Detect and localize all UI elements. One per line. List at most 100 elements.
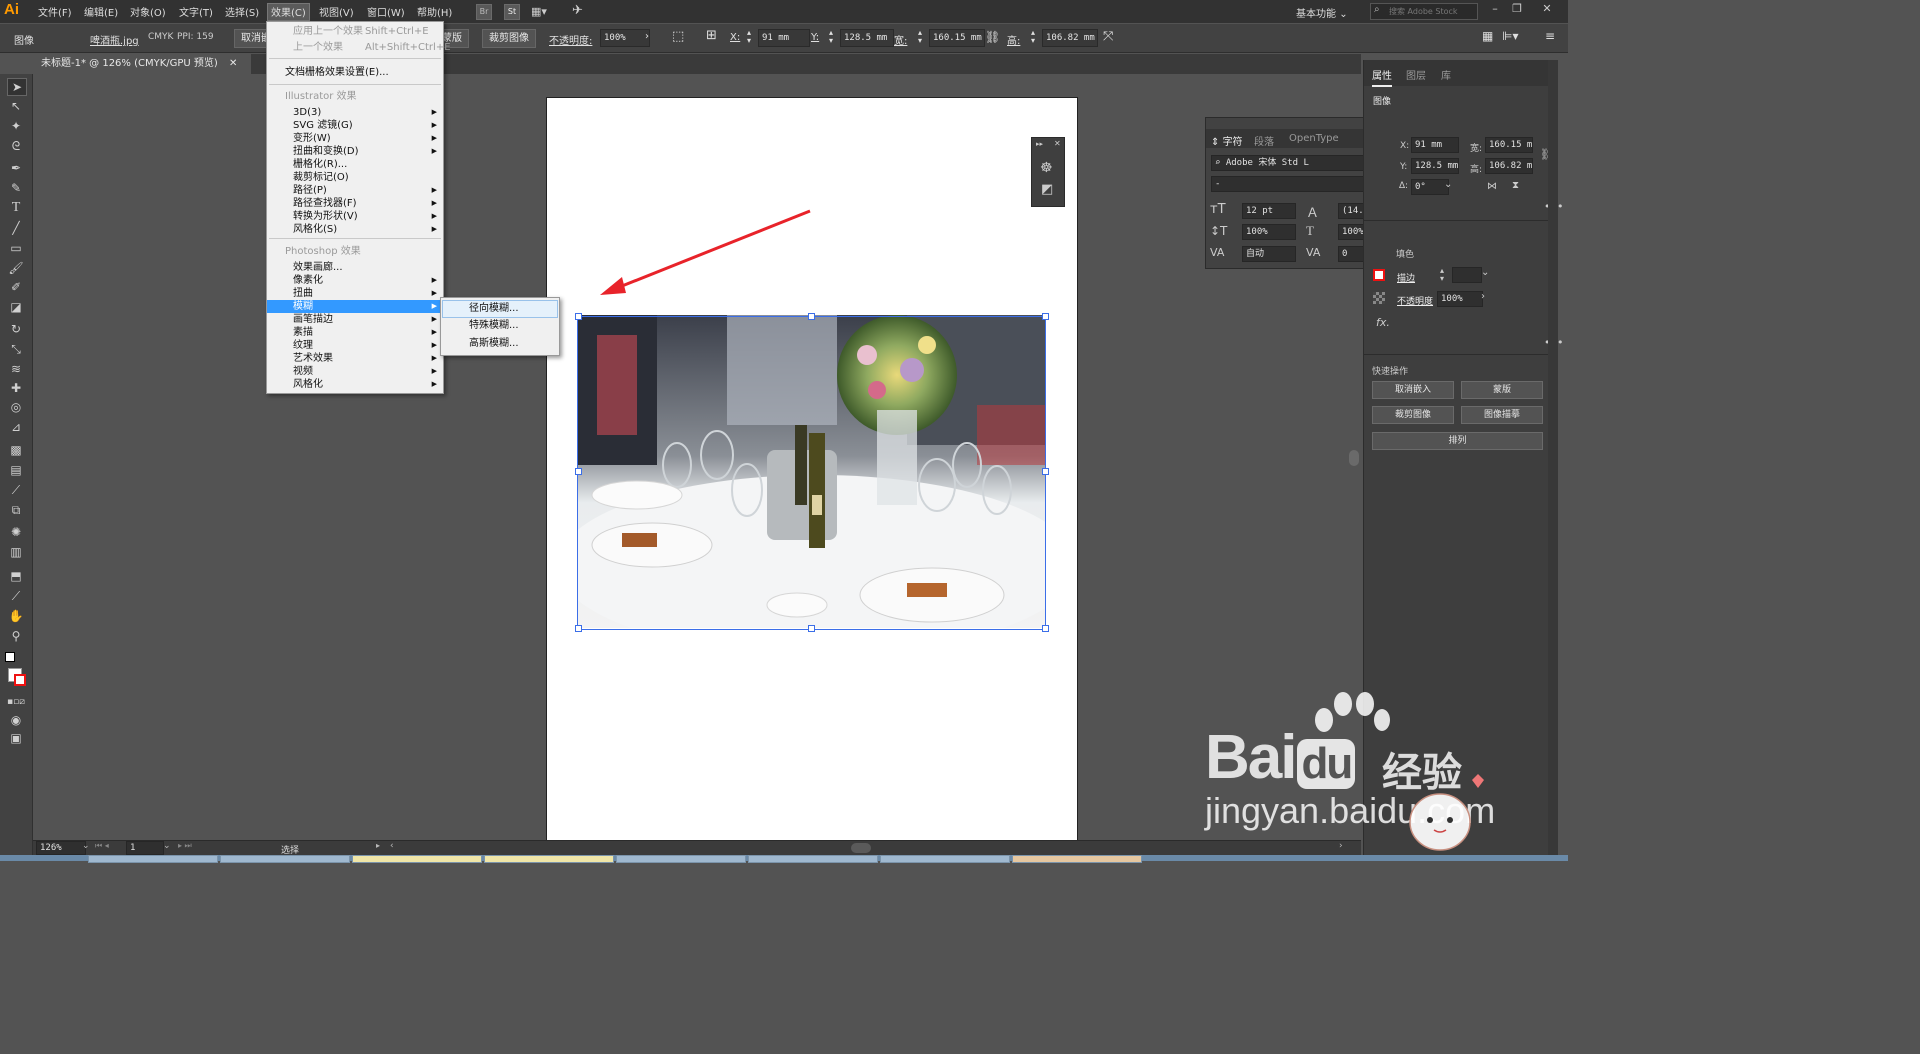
- stroke-label[interactable]: 描边: [1397, 271, 1415, 284]
- opacity-field[interactable]: 100%: [600, 29, 650, 47]
- menu-file[interactable]: 文件(F): [35, 4, 75, 20]
- arrange-button[interactable]: 排列: [1372, 432, 1543, 450]
- tab-properties[interactable]: 属性: [1372, 67, 1392, 87]
- illustrator-effect-item[interactable]: 扭曲和变换(D) ▶: [267, 145, 443, 158]
- column-graph-tool-icon[interactable]: ▥: [7, 544, 25, 560]
- x-stepper-icon[interactable]: ▴ ▾: [747, 29, 751, 45]
- height-stepper-icon[interactable]: ▴ ▾: [1031, 29, 1035, 45]
- handle-bl[interactable]: [575, 625, 582, 632]
- y-field[interactable]: 128.5 mm: [1411, 158, 1459, 174]
- chevron-down-icon[interactable]: ⌄: [163, 841, 171, 851]
- illustrator-effect-item[interactable]: 变形(W) ▶: [267, 132, 443, 145]
- artboard-number-field[interactable]: 1: [126, 841, 164, 855]
- color-mode-icons[interactable]: ▪▫⧄: [7, 694, 25, 710]
- align-grid-icon[interactable]: ⊞: [706, 28, 717, 43]
- taskbar-item[interactable]: [616, 855, 746, 863]
- transform-icon[interactable]: ⤧: [1103, 29, 1113, 44]
- gaussian-blur-item[interactable]: 高斯模糊...: [443, 336, 557, 352]
- taskbar-item[interactable]: [1012, 855, 1142, 863]
- menu-effect[interactable]: 效果(C): [267, 3, 310, 21]
- width-field[interactable]: 160.15 mm: [929, 29, 985, 47]
- photoshop-effect-item[interactable]: 像素化 ▶: [267, 274, 443, 287]
- opacity-label[interactable]: 不透明度: [1397, 294, 1433, 307]
- flip-vertical-icon[interactable]: ⧗: [1512, 180, 1519, 191]
- curvature-tool-icon[interactable]: ✎: [7, 180, 25, 196]
- stroke-stepper-icon[interactable]: ▴ ▾: [1440, 267, 1444, 283]
- perspective-grid-tool-icon[interactable]: ⊿: [7, 419, 25, 435]
- stroke-weight-field[interactable]: [1452, 267, 1482, 283]
- artboard-tool-icon[interactable]: ⬒: [7, 568, 25, 584]
- photoshop-effect-item[interactable]: 风格化 ▶: [267, 378, 443, 391]
- illustrator-effect-item[interactable]: 裁剪标记(O): [267, 171, 443, 184]
- width-stepper-icon[interactable]: ▴ ▾: [918, 29, 922, 45]
- screen-mode-icon[interactable]: ▣: [7, 730, 25, 746]
- photoshop-effect-item[interactable]: 扭曲 ▶: [267, 287, 443, 300]
- radial-blur-item[interactable]: 径向模糊...: [442, 300, 558, 318]
- opacity-label[interactable]: 不透明度:: [549, 32, 592, 47]
- illustrator-effect-item[interactable]: 路径查找器(F) ▶: [267, 197, 443, 210]
- chevron-down-icon[interactable]: ⌄: [1481, 267, 1489, 278]
- fx-icon[interactable]: fx.: [1376, 316, 1390, 329]
- photoshop-effect-item[interactable]: 模糊 ▶: [267, 300, 443, 313]
- photoshop-effect-item[interactable]: 画笔描边 ▶: [267, 313, 443, 326]
- tab-opentype[interactable]: OpenType: [1289, 133, 1339, 144]
- eraser-tool-icon[interactable]: ◪: [7, 299, 25, 315]
- symbol-sprayer-tool-icon[interactable]: ✺: [7, 524, 25, 540]
- tab-paragraph[interactable]: 段落: [1254, 133, 1274, 148]
- gradient-tool-icon[interactable]: ▤: [7, 462, 25, 478]
- taskbar-item[interactable]: [88, 855, 218, 863]
- tab-libraries[interactable]: 库: [1441, 67, 1451, 82]
- pen-tool-icon[interactable]: ✒: [7, 160, 25, 176]
- status-menu-icon[interactable]: ▸: [376, 841, 380, 850]
- photoshop-effect-item[interactable]: 视频 ▶: [267, 365, 443, 378]
- taskbar-item[interactable]: [484, 855, 614, 863]
- tab-character[interactable]: ⇕ 字符: [1211, 133, 1243, 148]
- illustrator-effect-item[interactable]: 路径(P) ▶: [267, 184, 443, 197]
- illustrator-effect-item[interactable]: 风格化(S) ▶: [267, 223, 443, 236]
- stroke-swatch[interactable]: [14, 674, 26, 686]
- next-artboard-icons[interactable]: ▸ ⏭: [178, 841, 192, 851]
- lasso-tool-icon[interactable]: ᘓ: [7, 138, 25, 154]
- close-icon[interactable]: ✕: [1538, 2, 1556, 18]
- type-tool-icon[interactable]: T: [7, 200, 25, 216]
- restore-icon[interactable]: ❐: [1508, 2, 1526, 18]
- handle-tl[interactable]: [575, 313, 582, 320]
- rectangle-tool-icon[interactable]: ▭: [7, 240, 25, 256]
- taskbar-item[interactable]: [880, 855, 1010, 863]
- vertical-scale-field[interactable]: 100%: [1242, 224, 1296, 240]
- flip-horizontal-icon[interactable]: ⋈: [1487, 181, 1497, 192]
- scroll-left-icon[interactable]: ‹: [390, 841, 394, 851]
- linked-file-name[interactable]: 啤酒瓶.jpg: [90, 32, 139, 47]
- chevron-right-icon[interactable]: ›: [1481, 291, 1485, 302]
- crop-image-button[interactable]: 裁剪图像: [1372, 406, 1454, 424]
- handle-ml[interactable]: [575, 468, 582, 475]
- scroll-right-icon[interactable]: ›: [1339, 841, 1343, 851]
- raster-effects-settings-item[interactable]: 文档栅格效果设置(E)...: [267, 66, 443, 79]
- illustrator-effect-item[interactable]: 栅格化(R)...: [267, 158, 443, 171]
- horizontal-scrollbar-thumb[interactable]: [851, 843, 871, 853]
- menu-object[interactable]: 对象(O): [127, 4, 169, 20]
- illustrator-effect-item[interactable]: 转换为形状(V) ▶: [267, 210, 443, 223]
- eyedropper-tool-icon[interactable]: ⟋: [7, 482, 25, 498]
- zoom-tool-icon[interactable]: ⚲: [7, 628, 25, 644]
- x-field[interactable]: 91 mm: [758, 29, 810, 47]
- align-icon[interactable]: ⊫▾: [1502, 29, 1518, 43]
- hand-tool-icon[interactable]: ✋: [7, 608, 25, 624]
- shape-builder-tool-icon[interactable]: ◎: [7, 399, 25, 415]
- document-tab[interactable]: 未标题-1* @ 126% (CMYK/GPU 预览) ✕: [33, 54, 251, 74]
- menu-view[interactable]: 视图(V): [316, 4, 357, 20]
- paintbrush-tool-icon[interactable]: 🖌: [7, 260, 25, 276]
- menu-help[interactable]: 帮助(H): [414, 4, 455, 20]
- reference-point-icon[interactable]: ⬚: [672, 29, 684, 44]
- taskbar-item[interactable]: [352, 855, 482, 863]
- selection-tool-icon[interactable]: ➤: [7, 78, 27, 96]
- chevron-down-icon[interactable]: ⌄: [82, 841, 90, 851]
- photoshop-effect-item[interactable]: 纹理 ▶: [267, 339, 443, 352]
- kerning-field[interactable]: 自动: [1242, 246, 1296, 262]
- mesh-tool-icon[interactable]: ▩: [7, 442, 25, 458]
- warp-tool-icon[interactable]: ≋: [7, 361, 25, 377]
- minimize-icon[interactable]: –: [1486, 2, 1504, 18]
- stroke-swatch[interactable]: [1373, 269, 1385, 281]
- close-tab-icon[interactable]: ✕: [229, 54, 237, 74]
- vertical-scrollbar-thumb[interactable]: [1349, 450, 1359, 466]
